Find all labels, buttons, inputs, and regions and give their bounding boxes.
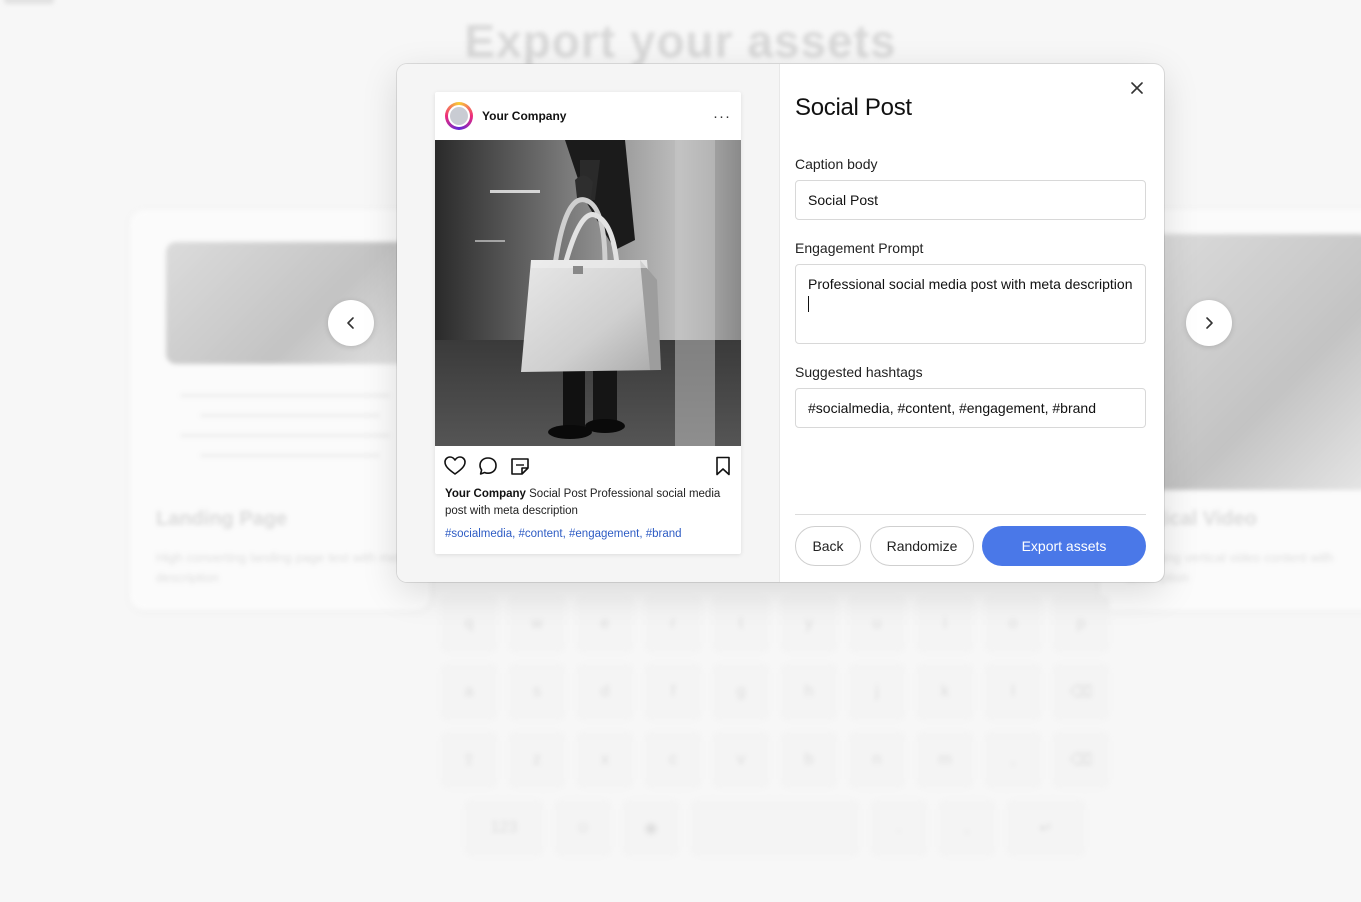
engagement-prompt-text: Professional social media post with meta… [808,276,1133,292]
sticker-icon[interactable] [510,456,530,476]
keyboard-key[interactable]: r [644,595,702,653]
keyboard-key[interactable]: c [644,731,702,789]
keyboard-key[interactable]: x [576,731,634,789]
post-actions [435,446,741,486]
handbag-photo [435,140,741,446]
keyboard-key[interactable]: d [576,663,634,721]
post-hashtags[interactable]: #socialmedia, #content, #engagement, #br… [435,520,741,540]
keyboard-key[interactable]: w [508,595,566,653]
keyboard-key[interactable]: t [712,595,770,653]
post-preview-pane: Your Company ··· Your Company Social Pos… [397,64,780,582]
bookmark-icon[interactable] [714,456,732,476]
keyboard-key[interactable]: g [712,663,770,721]
keyboard-key[interactable]: ⌫ [1052,663,1110,721]
avatar [445,102,473,130]
keyboard-key[interactable]: ↵ [1006,799,1086,857]
keyboard-spacebar[interactable] [690,799,860,857]
on-screen-keyboard: q w e r t y u i o p a s d f g h j k l ⌫ … [440,595,1130,867]
keyboard-key[interactable]: n [848,731,906,789]
social-post-modal: Your Company ··· Your Company Social Pos… [397,64,1164,582]
keyboard-key[interactable]: ☺ [554,799,612,857]
post-edit-form: Social Post Caption body Social Post Eng… [780,64,1164,582]
keyboard-key[interactable]: v [712,731,770,789]
close-icon [1131,82,1143,94]
chevron-right-icon [1206,317,1213,329]
more-options-icon[interactable]: ··· [713,108,731,125]
post-header: Your Company ··· [435,92,741,140]
carousel-next-button[interactable] [1186,300,1232,346]
post-image [435,140,741,446]
back-button[interactable]: Back [795,526,861,566]
keyboard-key[interactable]: ◉ [622,799,680,857]
keyboard-key[interactable]: m [916,731,974,789]
keyboard-key[interactable]: u [848,595,906,653]
form-title: Social Post [795,94,912,121]
keyboard-key[interactable]: k [916,663,974,721]
engagement-prompt-textarea[interactable]: Professional social media post with meta… [795,264,1146,344]
keyboard-key[interactable]: 123 [464,799,544,857]
suggested-hashtags-input[interactable]: #socialmedia, #content, #engagement, #br… [795,388,1146,428]
keyboard-key[interactable]: e [576,595,634,653]
placeholder-line [200,414,380,417]
text-cursor [808,296,809,312]
keyboard-key[interactable]: b [780,731,838,789]
asset-card-description: High converting landing page text with m… [156,550,409,585]
keyboard-key[interactable]: s [508,663,566,721]
export-assets-button[interactable]: Export assets [982,526,1146,566]
keyboard-key[interactable]: y [780,595,838,653]
placeholder-line [180,394,390,397]
caption-title: Social Post [529,488,587,500]
placeholder-line [200,454,380,457]
asset-card-thumbnail [166,242,416,364]
page-title: Export your assets [464,15,897,67]
keyboard-key[interactable]: ⌫ [1052,731,1110,789]
carousel-prev-button[interactable] [328,300,374,346]
instagram-post-preview: Your Company ··· Your Company Social Pos… [435,92,741,554]
keyboard-key[interactable]: o [984,595,1042,653]
post-caption: Your Company Social Post Professional so… [435,486,741,520]
keyboard-key[interactable]: q [440,595,498,653]
footer-divider [795,514,1146,515]
engagement-prompt-label: Engagement Prompt [795,240,924,256]
keyboard-key[interactable]: a [440,663,498,721]
close-button[interactable] [1128,79,1146,97]
keyboard-key[interactable]: ⇧ [440,731,498,789]
keyboard-key[interactable]: z [508,731,566,789]
keyboard-key[interactable]: f [644,663,702,721]
randomize-button[interactable]: Randomize [870,526,974,566]
heart-icon[interactable] [444,456,466,476]
background-corner-label [4,0,54,4]
caption-body-label: Caption body [795,156,878,172]
keyboard-key[interactable]: l [984,663,1042,721]
keyboard-key[interactable]: , [938,799,996,857]
asset-card-title: Landing Page [156,508,288,530]
keyboard-key[interactable]: i [916,595,974,653]
caption-account-name: Your Company [445,488,526,500]
chevron-left-icon [347,317,354,329]
keyboard-key[interactable]: j [848,663,906,721]
caption-body-input[interactable]: Social Post [795,180,1146,220]
asset-card-landing-page[interactable]: Landing Page High converting landing pag… [130,210,430,610]
placeholder-line [180,434,390,437]
comment-icon[interactable] [478,456,498,476]
keyboard-key[interactable]: p [1052,595,1110,653]
keyboard-key[interactable]: , [984,731,1042,789]
keyboard-key[interactable]: h [780,663,838,721]
asset-card-thumbnail [1150,234,1361,490]
keyboard-key[interactable]: . [870,799,928,857]
suggested-hashtags-label: Suggested hashtags [795,364,923,380]
account-name: Your Company [482,109,567,123]
